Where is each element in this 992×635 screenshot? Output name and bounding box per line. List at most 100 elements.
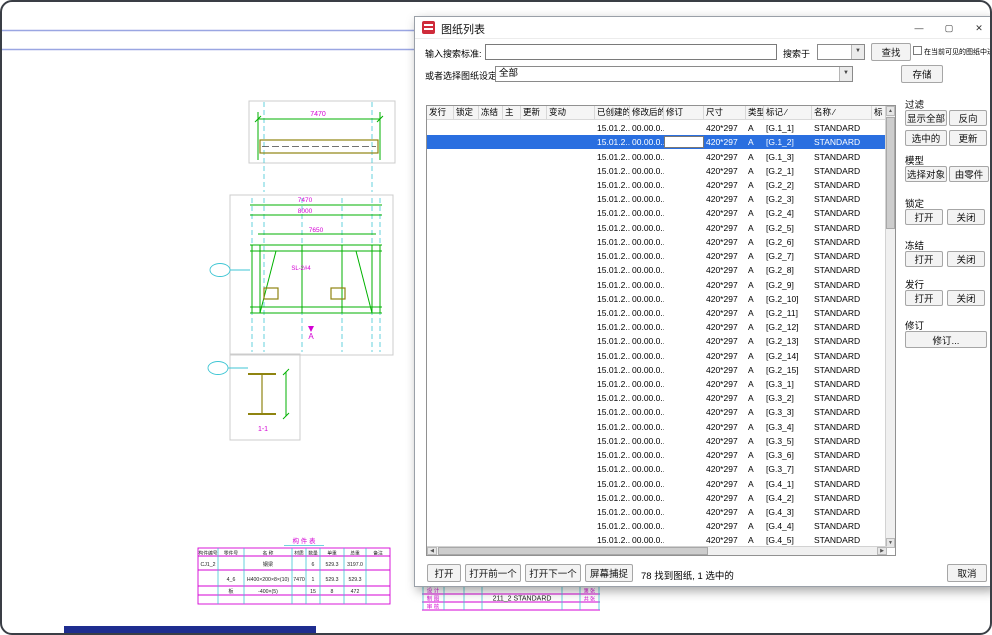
table-row[interactable]: 15.01.2...00.00.0...420*297A[G.2_14]STAN… — [427, 349, 887, 363]
table-row[interactable]: 15.01.2...00.00.0...420*297A[G.3_7]STAND… — [427, 462, 887, 476]
freeze-off-button[interactable]: 关闭 — [947, 251, 985, 267]
column-header[interactable]: 发行 — [427, 106, 454, 119]
table-row[interactable]: 15.01.2...00.00.0...420*297A[G.2_2]STAND… — [427, 178, 887, 192]
vertical-scrollbar-thumb[interactable] — [886, 117, 895, 229]
invert-button[interactable]: 反向 — [949, 110, 987, 126]
find-button[interactable]: 查找 — [871, 43, 911, 61]
issue-on-button[interactable]: 打开 — [905, 290, 943, 306]
title-block-label: 设 计 — [427, 587, 440, 595]
column-header[interactable]: 变动 — [547, 106, 595, 119]
scroll-left-icon[interactable]: ◀ — [427, 547, 437, 555]
table-cell: A — [746, 280, 764, 290]
table-row[interactable]: 15.01.2...00.00.0...420*297A[G.3_2]STAND… — [427, 391, 887, 405]
table-row[interactable]: 15.01.2...00.00.0...420*297A[G.3_1]STAND… — [427, 377, 887, 391]
chevron-down-icon[interactable]: ▼ — [851, 45, 864, 59]
table-cell: 15.01.2... — [595, 166, 630, 176]
table-row[interactable]: 15.01.2...00.00.0...420*297A[G.3_6]STAND… — [427, 448, 887, 462]
column-header[interactable]: 修订 — [664, 106, 704, 119]
column-header[interactable]: 主 — [503, 106, 521, 119]
drawing-filter-combo[interactable]: 全部 ▼ — [495, 66, 853, 82]
material-table-cell: CJ1_2 — [201, 562, 216, 568]
issue-off-button[interactable]: 关闭 — [947, 290, 985, 306]
show-all-button[interactable]: 显示全部 — [905, 110, 947, 126]
column-header[interactable]: 名称 ∕ — [812, 106, 872, 119]
close-button[interactable]: ✕ — [967, 17, 991, 39]
table-cell: STANDARD — [812, 407, 872, 417]
cancel-button[interactable]: 取消 — [947, 564, 987, 582]
selected-button[interactable]: 选中的 — [905, 130, 947, 146]
maximize-button[interactable]: ▢ — [937, 17, 961, 39]
open-next-button[interactable]: 打开下一个 — [525, 564, 581, 582]
column-header[interactable]: 更新 — [521, 106, 547, 119]
minimize-button[interactable]: — — [907, 17, 931, 39]
dialog-titlebar[interactable]: 图纸列表 — ▢ ✕ — [415, 17, 992, 39]
table-row[interactable]: 15.01.2...00.00.0...420*297A[G.2_9]STAND… — [427, 277, 887, 291]
freeze-on-button[interactable]: 打开 — [905, 251, 943, 267]
material-table-header: 备注 — [373, 550, 383, 557]
table-cell: 15.01.2... — [595, 407, 630, 417]
table-cell: 420*297 — [704, 180, 746, 190]
table-row[interactable]: 15.01.2...00.00.0...420*297A[G.4_1]STAND… — [427, 476, 887, 490]
column-header[interactable]: 锁定 — [454, 106, 479, 119]
scroll-up-icon[interactable]: ▲ — [886, 106, 895, 116]
table-cell: [G.2_3] — [764, 194, 812, 204]
table-cell: 420*297 — [704, 322, 746, 332]
table-row[interactable]: 15.01.2...00.00.0...420*297A[G.2_15]STAN… — [427, 363, 887, 377]
open-button[interactable]: 打开 — [427, 564, 461, 582]
scroll-right-icon[interactable]: ▶ — [877, 547, 887, 555]
search-input[interactable] — [485, 44, 777, 60]
table-row[interactable]: 15.01.2...00.00.0...420*297A[G.2_4]STAND… — [427, 206, 887, 220]
horizontal-scrollbar-thumb[interactable] — [438, 547, 708, 555]
column-header[interactable]: 修改后的 — [630, 106, 664, 119]
table-row[interactable]: 15.01.2...00.00.0...420*297A[G.2_3]STAND… — [427, 192, 887, 206]
table-row[interactable]: 15.01.2...00.00.0...420*297A[G.2_11]STAN… — [427, 306, 887, 320]
table-row[interactable]: 15.01.2...00.00.0...420*297A[G.2_7]STAND… — [427, 249, 887, 263]
column-header[interactable]: 尺寸 — [704, 106, 746, 119]
horizontal-scrollbar[interactable]: ◀ ▶ — [427, 546, 887, 555]
table-row[interactable]: 15.01.2...00.00.0...420*297A[G.4_3]STAND… — [427, 505, 887, 519]
table-row[interactable]: 15.01.2...00.00.0...420*297A[G.1_1]STAND… — [427, 121, 887, 135]
select-objects-button[interactable]: 选择对象 — [905, 166, 947, 182]
table-row[interactable]: 15.01.2...00.00.0...420*297A[G.2_12]STAN… — [427, 320, 887, 334]
table-cell: 420*297 — [704, 450, 746, 460]
by-parts-button[interactable]: 由零件 — [949, 166, 989, 182]
table-cell: 420*297 — [704, 365, 746, 375]
table-row[interactable]: 15.01.2...00.00.0...420*297A[G.3_5]STAND… — [427, 434, 887, 448]
vertical-scrollbar[interactable]: ▲ ▼ — [885, 106, 895, 548]
search-in-combo[interactable]: ▼ — [817, 44, 865, 60]
table-cell: STANDARD — [812, 237, 872, 247]
update-button[interactable]: 更新 — [949, 130, 987, 146]
scroll-down-icon[interactable]: ▼ — [886, 538, 895, 548]
open-previous-button[interactable]: 打开前一个 — [465, 564, 521, 582]
table-row[interactable]: 15.01.2...00.00.0...420*297A[G.2_5]STAND… — [427, 221, 887, 235]
search-visible-checkbox[interactable] — [913, 46, 922, 55]
chevron-down-icon[interactable]: ▼ — [839, 67, 852, 81]
table-row[interactable]: 15.01.2...00.00.0...420*297A[G.3_4]STAND… — [427, 420, 887, 434]
table-row[interactable]: 15.01.2...00.00.0...420*297A[G.2_1]STAND… — [427, 164, 887, 178]
table-cell: STANDARD — [812, 123, 872, 133]
table-cell: 00.00.0... — [630, 450, 664, 460]
column-header[interactable]: 已创建的 — [595, 106, 630, 119]
table-row[interactable]: 15.01.2...00.00.0...420*297A[G.2_13]STAN… — [427, 334, 887, 348]
revise-button[interactable]: 修订... — [905, 331, 987, 348]
column-header[interactable]: 类型 — [746, 106, 764, 119]
save-filter-button[interactable]: 存储 — [901, 65, 943, 83]
status-text: 78 找到图纸, 1 选中的 — [641, 568, 734, 582]
table-row[interactable]: 15.01.2...00.00.0...420*297A[G.4_4]STAND… — [427, 519, 887, 533]
table-row[interactable]: 15.01.2...00.00.0...420*297A[G.4_2]STAND… — [427, 491, 887, 505]
table-row[interactable]: 15.01.2...00.00.0...420*297A[G.2_8]STAND… — [427, 263, 887, 277]
table-cell: STANDARD — [812, 308, 872, 318]
drawing-filter-combo-value: 全部 — [499, 67, 838, 81]
table-row[interactable]: 15.01.2...00.00.0...420*297A[G.3_3]STAND… — [427, 405, 887, 419]
screen-capture-button[interactable]: 屏幕捕捉 — [585, 564, 633, 582]
table-row[interactable]: 15.01.2...00.00.0...420*297A[G.2_10]STAN… — [427, 292, 887, 306]
lock-on-button[interactable]: 打开 — [905, 209, 943, 225]
table-row[interactable]: 15.01.2...00.00.0...420*297A[G.1_3]STAND… — [427, 149, 887, 163]
drawing-table-body: 15.01.2...00.00.0...420*297A[G.1_1]STAND… — [427, 121, 887, 548]
lock-off-button[interactable]: 关闭 — [947, 209, 985, 225]
column-header[interactable]: 冻结 — [479, 106, 503, 119]
table-row[interactable]: 15.01.2...00.00.0...420*297A[G.1_2]STAND… — [427, 135, 887, 149]
table-row[interactable]: 15.01.2...00.00.0...420*297A[G.2_6]STAND… — [427, 235, 887, 249]
table-cell: [G.2_12] — [764, 322, 812, 332]
column-header[interactable]: 标记 ∕ — [764, 106, 812, 119]
